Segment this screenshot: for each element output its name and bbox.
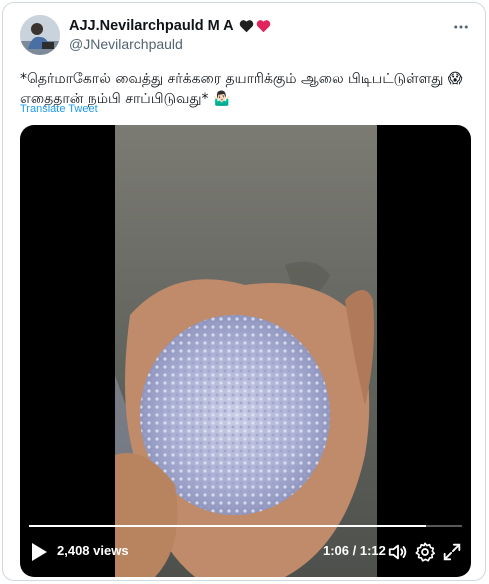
video-controls: 2,408 views 1:06 / 1:12 xyxy=(20,517,471,577)
red-heart-icon xyxy=(256,20,270,33)
play-icon[interactable] xyxy=(30,542,48,562)
volume-icon[interactable] xyxy=(387,541,409,563)
display-name[interactable]: AJJ.Nevilarchpauld M A xyxy=(69,18,234,34)
translate-tweet-link[interactable]: Translate Tweet xyxy=(20,103,98,115)
author-handle[interactable]: @JNevilarchpauld xyxy=(69,36,183,52)
tweet-card: AJJ.Nevilarchpauld M A @JNevilarchpauld … xyxy=(2,2,486,581)
black-heart-icon xyxy=(239,20,253,33)
video-player[interactable]: 2,408 views 1:06 / 1:12 xyxy=(20,125,471,577)
author-name-row[interactable]: AJJ.Nevilarchpauld M A xyxy=(69,18,271,34)
progress-bar[interactable] xyxy=(29,525,462,527)
view-count: 2,408 views xyxy=(57,543,129,558)
settings-icon[interactable] xyxy=(414,541,436,563)
fullscreen-icon[interactable] xyxy=(441,541,463,563)
progress-fill xyxy=(29,525,427,527)
video-frame[interactable] xyxy=(115,125,377,577)
more-icon[interactable] xyxy=(451,17,471,37)
video-time: 1:06 / 1:12 xyxy=(323,543,386,558)
avatar[interactable] xyxy=(20,15,60,55)
